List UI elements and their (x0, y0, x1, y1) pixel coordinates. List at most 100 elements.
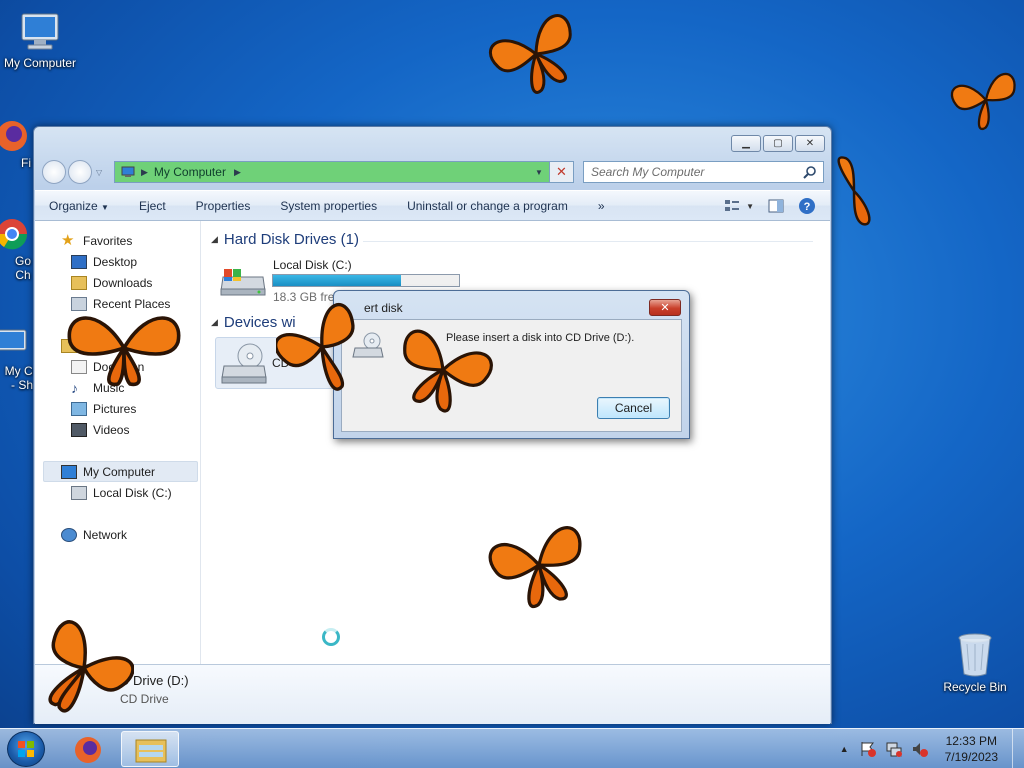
system-clock[interactable]: 12:33 PM 7/19/2023 (945, 733, 998, 765)
recycle-bin-icon (958, 633, 992, 677)
network-icon[interactable] (885, 740, 903, 758)
network-icon (61, 528, 77, 542)
butterfly-icon (837, 156, 871, 226)
address-dropdown-icon[interactable]: ▼ (531, 162, 547, 182)
star-icon: ★ (61, 232, 75, 249)
breadcrumb-my-computer[interactable]: My Computer (154, 165, 226, 179)
firefox-icon (0, 121, 27, 151)
content-area: ★ Favorites Desktop Downloads Recent Pla… (35, 221, 830, 664)
view-controls: ▼ ? (724, 197, 816, 215)
nav-label: Network (83, 528, 128, 542)
search-placeholder: Search My Computer (591, 165, 705, 179)
busy-cursor-icon (322, 628, 340, 646)
firefox-icon (75, 737, 101, 763)
navigation-pane: ★ Favorites Desktop Downloads Recent Pla… (35, 221, 201, 664)
uninstall-program-button[interactable]: Uninstall or change a program (407, 199, 568, 213)
hard-drive-icon (71, 486, 87, 500)
videos-icon (71, 423, 87, 437)
butterfly-icon (950, 72, 1016, 131)
view-options-icon (725, 200, 740, 211)
preview-pane-icon[interactable] (768, 199, 784, 213)
desktop-icon-my-computer[interactable]: My Computer (0, 10, 80, 70)
nav-label: Desktop (93, 255, 138, 269)
folder-icon (135, 739, 167, 763)
collapse-triangle-icon[interactable]: ◢ (211, 234, 218, 245)
nav-label: Favorites (83, 234, 133, 248)
nav-label: Videos (93, 423, 130, 437)
chrome-icon (0, 219, 28, 250)
action-center-icon[interactable] (859, 740, 877, 758)
butterfly-icon (488, 526, 582, 609)
window-controls: ▁ ▢ ✕ (731, 135, 825, 152)
recent-pages-chevron-icon[interactable]: ▽ (96, 168, 102, 177)
windows-logo-icon (18, 741, 34, 757)
nav-item-desktop[interactable]: Desktop (71, 255, 137, 269)
change-view-button[interactable]: ▼ (724, 199, 754, 213)
nav-label: Pictures (93, 402, 137, 416)
desktop-icon-recycle-bin[interactable]: Recycle Bin (935, 630, 1015, 694)
clock-time: 12:33 PM (945, 734, 997, 748)
minimize-button[interactable]: ▁ (731, 135, 761, 152)
show-hidden-icons-icon[interactable]: ▲ (840, 744, 849, 754)
butterfly-icon (488, 14, 572, 94)
butterfly-icon (48, 620, 134, 713)
group-title: Hard Disk Drives (1) (223, 231, 359, 248)
breadcrumb-separator-icon[interactable]: ▶ (234, 167, 241, 178)
chevron-down-icon: ▼ (101, 202, 109, 212)
search-icon[interactable] (803, 165, 817, 179)
command-bar: Organize ▼ Eject Properties System prope… (35, 190, 830, 221)
cancel-button[interactable]: Cancel (597, 397, 670, 419)
organize-menu[interactable]: Organize ▼ (49, 199, 109, 213)
start-button[interactable] (7, 731, 45, 767)
desktop-icon-label: Recycle Bin (943, 680, 1007, 694)
breadcrumb-separator-icon[interactable]: ▶ (141, 167, 148, 178)
computer-icon (61, 465, 77, 479)
more-commands-button[interactable]: » (598, 199, 605, 213)
nav-item-my-computer[interactable]: My Computer (61, 465, 155, 479)
navigation-bar: ▽ ▶ My Computer ▶ ▼ ✕ Search My Computer (42, 159, 824, 185)
help-icon[interactable]: ? (798, 197, 816, 215)
maximize-button[interactable]: ▢ (763, 135, 793, 152)
taskbar-firefox[interactable] (60, 731, 118, 767)
show-desktop-button[interactable] (1012, 729, 1024, 768)
dialog-close-button[interactable]: ✕ (649, 299, 681, 316)
disk-usage-bar (272, 274, 460, 287)
collapse-triangle-icon[interactable]: ◢ (211, 317, 218, 328)
close-window-button[interactable]: ✕ (795, 135, 825, 152)
address-bar[interactable]: ▶ My Computer ▶ ▼ ✕ (114, 161, 574, 183)
nav-label: Local Disk (C:) (93, 486, 172, 500)
taskbar: ▲ 12:33 PM 7/19/2023 (0, 728, 1024, 768)
nav-item-favorites[interactable]: ★ Favorites (61, 232, 133, 249)
nav-item-videos[interactable]: Videos (71, 423, 129, 437)
svg-text:?: ? (804, 201, 811, 213)
nav-item-local-disk[interactable]: Local Disk (C:) (71, 486, 172, 500)
taskbar-explorer[interactable] (121, 731, 179, 767)
forward-button[interactable] (68, 160, 92, 184)
dialog-title: ert disk (364, 301, 403, 315)
local-disk-name: Local Disk (C:) (273, 258, 352, 272)
computer-small-icon (121, 166, 135, 177)
system-properties-button[interactable]: System properties (280, 199, 377, 213)
nav-item-pictures[interactable]: Pictures (71, 402, 136, 416)
butterfly-icon (276, 303, 355, 391)
desktop-icon (71, 255, 87, 269)
cd-drive-icon (221, 343, 267, 384)
butterfly-icon (403, 329, 493, 413)
volume-muted-icon[interactable] (911, 740, 929, 758)
butterfly-icon (67, 316, 181, 387)
back-button[interactable] (42, 160, 66, 184)
search-box[interactable]: Search My Computer (583, 161, 824, 183)
pictures-icon (71, 402, 87, 416)
desktop-icon-label: Fi (21, 156, 31, 170)
desktop-icon-label: My Computer (3, 56, 77, 70)
nav-item-downloads[interactable]: Downloads (71, 276, 152, 290)
nav-item-network[interactable]: Network (61, 528, 127, 542)
computer-shortcut-icon (0, 329, 27, 351)
disk-usage-fill (273, 275, 402, 286)
eject-button[interactable]: Eject (139, 199, 166, 213)
insert-disk-dialog: ert disk ✕ Please insert a disk into CD … (333, 290, 690, 439)
nav-label: My Computer (83, 465, 156, 479)
properties-button[interactable]: Properties (196, 199, 251, 213)
stop-icon[interactable]: ✕ (549, 162, 573, 182)
group-hard-disk-drives[interactable]: ◢ Hard Disk Drives (1) (211, 231, 359, 248)
